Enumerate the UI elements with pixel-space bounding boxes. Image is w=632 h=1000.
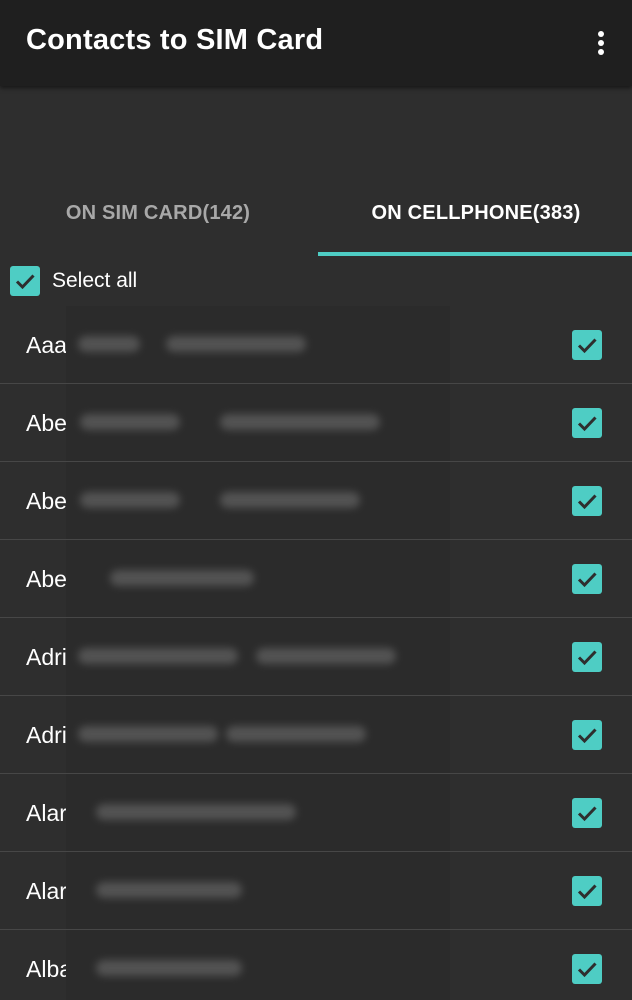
contact-row[interactable]: Alar: [0, 774, 632, 852]
check-icon: [577, 650, 597, 666]
contact-checkbox[interactable]: [572, 798, 602, 828]
app-title: Contacts to SIM Card: [26, 24, 324, 56]
contact-name: Adri: [26, 722, 67, 748]
contact-row[interactable]: Alba: [0, 930, 632, 1000]
redacted-contact-details: [66, 306, 450, 383]
contact-name: Abe: [26, 566, 67, 592]
contact-row[interactable]: Aaa: [0, 306, 632, 384]
contact-name: Alar: [26, 878, 67, 904]
check-icon: [577, 728, 597, 744]
check-icon: [577, 884, 597, 900]
check-icon: [577, 338, 597, 354]
contact-checkbox[interactable]: [572, 954, 602, 984]
redacted-contact-details: [66, 852, 450, 929]
tab-indicator: [318, 252, 632, 256]
contact-row[interactable]: Adri: [0, 696, 632, 774]
select-all-row[interactable]: Select all: [10, 265, 137, 297]
tab-bar: ON SIM CARD(142) ON CELLPHONE(383): [0, 170, 632, 256]
contact-checkbox[interactable]: [572, 876, 602, 906]
tab-on-sim-card[interactable]: ON SIM CARD(142): [0, 170, 316, 256]
more-vert-icon[interactable]: [584, 25, 620, 61]
action-bar: Contacts to SIM Card: [0, 0, 632, 86]
select-all-checkbox[interactable]: [10, 266, 40, 296]
contact-name: Alar: [26, 800, 67, 826]
contact-row[interactable]: Alar: [0, 852, 632, 930]
redacted-contact-details: [66, 384, 450, 461]
redacted-contact-details: [66, 462, 450, 539]
check-icon: [577, 416, 597, 432]
contact-checkbox[interactable]: [572, 408, 602, 438]
check-icon: [577, 806, 597, 822]
contact-name: Aaa: [26, 332, 67, 358]
redacted-contact-details: [66, 930, 450, 1000]
contact-checkbox[interactable]: [572, 330, 602, 360]
check-icon: [577, 962, 597, 978]
tab-on-cellphone[interactable]: ON CELLPHONE(383): [318, 170, 632, 256]
check-icon: [577, 494, 597, 510]
contact-name: Adri: [26, 644, 67, 670]
contact-checkbox[interactable]: [572, 642, 602, 672]
contact-row[interactable]: Adri: [0, 618, 632, 696]
contact-name: Abe: [26, 488, 67, 514]
contact-row[interactable]: Abe: [0, 384, 632, 462]
contact-list: Aaa Abe Abe Abe Adri Adri Alar Alar Alba: [0, 306, 632, 1000]
contact-name: Abe: [26, 410, 67, 436]
redacted-contact-details: [66, 774, 450, 851]
contact-row[interactable]: Abe: [0, 462, 632, 540]
check-icon: [577, 572, 597, 588]
contact-checkbox[interactable]: [572, 720, 602, 750]
redacted-contact-details: [66, 696, 450, 773]
select-all-label: Select all: [52, 269, 138, 292]
contact-checkbox[interactable]: [572, 486, 602, 516]
app-screen: Contacts to SIM Card ON SIM CARD(142) ON…: [0, 0, 632, 1000]
redacted-contact-details: [66, 618, 450, 695]
contact-checkbox[interactable]: [572, 564, 602, 594]
check-icon: [15, 274, 35, 290]
contact-row[interactable]: Abe: [0, 540, 632, 618]
redacted-contact-details: [66, 540, 450, 617]
